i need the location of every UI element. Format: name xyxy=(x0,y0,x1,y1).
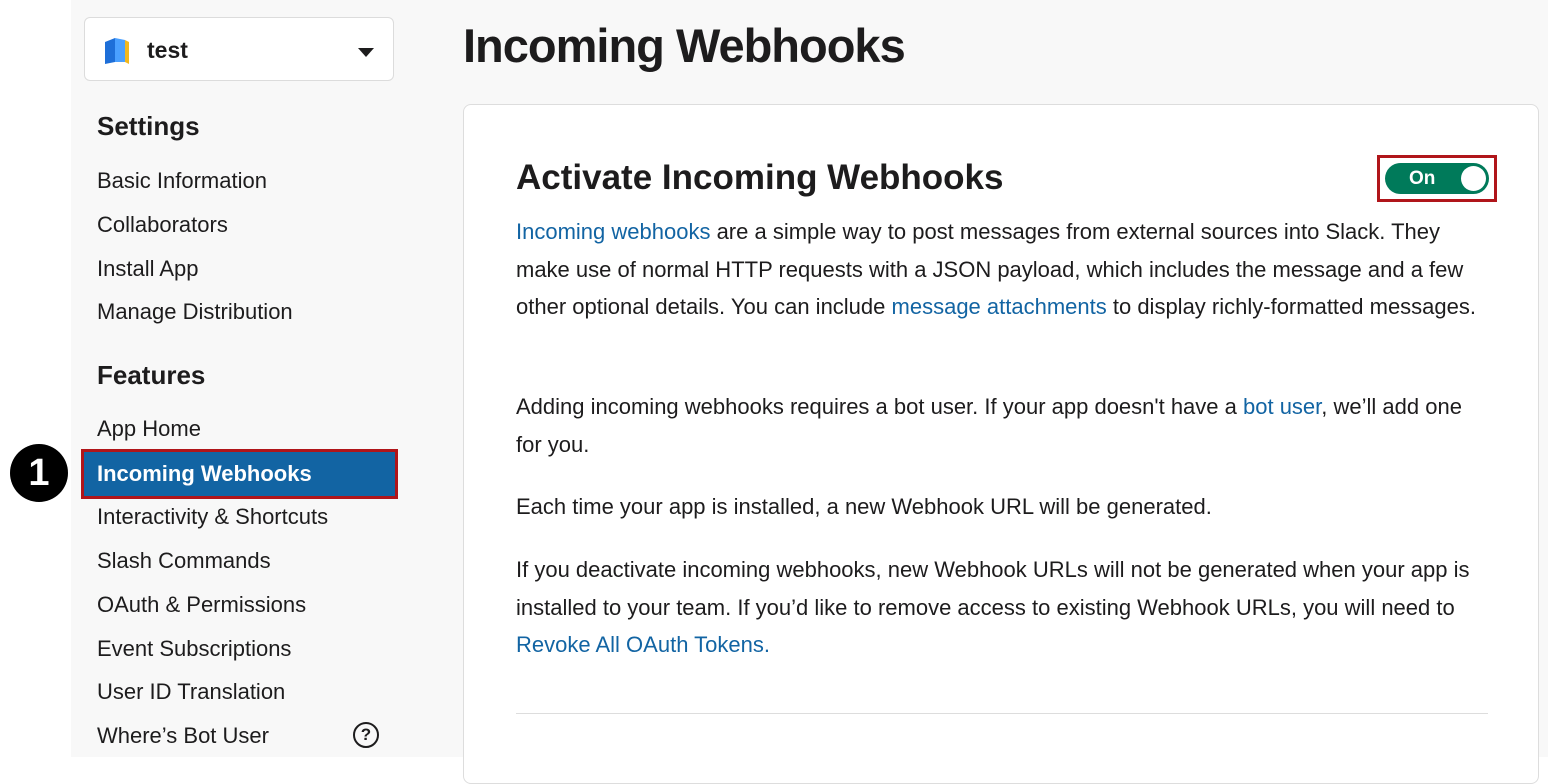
sidebar-item-interactivity-shortcuts[interactable]: Interactivity & Shortcuts xyxy=(97,504,328,530)
paragraph-deactivate: If you deactivate incoming webhooks, new… xyxy=(516,551,1491,664)
paragraph-text: Adding incoming webhooks requires a bot … xyxy=(516,394,1243,419)
sidebar-item-event-subscriptions[interactable]: Event Subscriptions xyxy=(97,636,291,662)
app-selector-dropdown[interactable]: test xyxy=(84,17,394,81)
left-gutter xyxy=(0,0,71,757)
incoming-webhooks-link[interactable]: Incoming webhooks xyxy=(516,219,710,244)
paragraph-text: If you deactivate incoming webhooks, new… xyxy=(516,557,1470,620)
sidebar-item-collaborators[interactable]: Collaborators xyxy=(97,212,228,238)
paragraph-webhook-url: Each time your app is installed, a new W… xyxy=(516,488,1491,526)
divider xyxy=(516,713,1488,714)
card-title: Activate Incoming Webhooks xyxy=(516,158,1004,197)
activate-webhooks-toggle[interactable]: On xyxy=(1377,155,1497,202)
sidebar-item-incoming-webhooks[interactable]: Incoming Webhooks xyxy=(81,449,398,499)
paragraph-text: Each time your app is installed, a new W… xyxy=(516,494,1212,519)
toggle-label: On xyxy=(1409,168,1436,189)
paragraph-intro: Incoming webhooks are a simple way to po… xyxy=(516,213,1491,326)
bot-user-link[interactable]: bot user xyxy=(1243,394,1321,419)
chevron-down-icon xyxy=(358,48,374,57)
app-book-icon xyxy=(105,38,129,64)
app-name: test xyxy=(147,37,188,63)
page-title: Incoming Webhooks xyxy=(463,19,906,72)
sidebar-item-slash-commands[interactable]: Slash Commands xyxy=(97,548,271,574)
sidebar-item-install-app[interactable]: Install App xyxy=(97,256,199,282)
toggle-knob xyxy=(1461,166,1486,191)
sidebar-item-basic-information[interactable]: Basic Information xyxy=(97,168,267,194)
settings-section-title: Settings xyxy=(97,111,200,141)
step-badge-1: 1 xyxy=(10,444,68,502)
sidebar-item-wheres-bot-user[interactable]: Where’s Bot User xyxy=(97,723,269,749)
features-section-title: Features xyxy=(97,360,206,390)
paragraph-text: to display richly-formatted messages. xyxy=(1106,294,1477,319)
paragraph-bot-user: Adding incoming webhooks requires a bot … xyxy=(516,388,1491,463)
sidebar-item-oauth-permissions[interactable]: OAuth & Permissions xyxy=(97,592,306,618)
revoke-tokens-link[interactable]: Revoke All OAuth Tokens. xyxy=(516,632,770,657)
toggle-track: On xyxy=(1385,163,1489,194)
help-icon[interactable]: ? xyxy=(353,722,379,748)
sidebar-item-user-id-translation[interactable]: User ID Translation xyxy=(97,679,285,705)
message-attachments-link[interactable]: message attachments xyxy=(892,294,1107,319)
sidebar-item-label: Incoming Webhooks xyxy=(97,461,312,486)
sidebar-item-app-home[interactable]: App Home xyxy=(97,416,201,442)
sidebar-item-manage-distribution[interactable]: Manage Distribution xyxy=(97,299,293,325)
